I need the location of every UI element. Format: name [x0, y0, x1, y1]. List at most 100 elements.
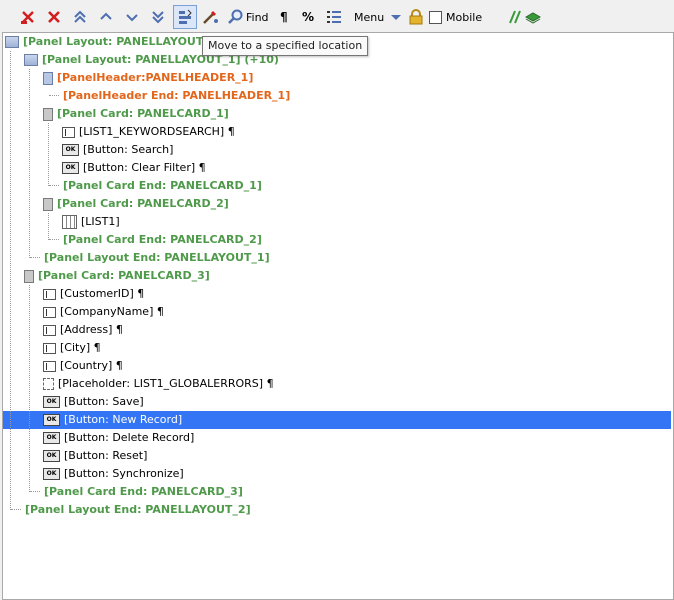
find-button[interactable]: Find — [228, 7, 269, 27]
delete-all-button[interactable] — [20, 7, 36, 27]
tree-node[interactable]: OK [Button: Synchronize] — [43, 465, 184, 483]
find-label: Find — [246, 10, 269, 24]
element-tree[interactable]: [Panel Layout: PANELLAYOUT_2] [Panel Layo… — [2, 32, 674, 600]
delete-all-icon — [20, 9, 36, 25]
delete-button[interactable] — [46, 7, 62, 27]
double-chevron-down-icon — [150, 9, 166, 25]
tree-connector — [49, 239, 59, 241]
move-down-button[interactable] — [124, 7, 140, 27]
tree-node-label: [Panel Card End: PANELCARD_3] — [44, 485, 243, 498]
code-block-button[interactable] — [524, 7, 542, 27]
panel-card-icon — [24, 269, 34, 283]
show-paragraph-marks-button[interactable]: ¶ — [280, 7, 288, 27]
mobile-checkbox-box[interactable] — [429, 10, 442, 24]
ok-button-icon: OK — [62, 144, 79, 156]
tree-node[interactable]: [Panel Card: PANELCARD_1] — [43, 105, 229, 123]
toolbar: Find ¶ % Menu Mobile — [0, 0, 674, 33]
menu-dropdown[interactable]: Menu — [352, 7, 404, 27]
tree-node[interactable]: [Address] ¶ — [43, 321, 123, 339]
tree-guide-line — [10, 51, 11, 510]
tree-node-label: [Address] ¶ — [60, 323, 123, 336]
percent-icon: % — [302, 10, 315, 24]
tooltip: Move to a specified location — [202, 36, 369, 56]
field-icon — [43, 360, 56, 372]
tree-guide-line — [48, 213, 49, 240]
close-icon — [46, 9, 62, 25]
comment-button[interactable] — [506, 7, 522, 27]
tree-node-label: [Panel Layout: PANELLAYOUT_2] — [23, 35, 222, 48]
tree-connector — [11, 509, 21, 511]
tree-node-label: [Panel Layout End: PANELLAYOUT_2] — [25, 503, 251, 516]
tree-node-label: [CustomerID] ¶ — [60, 287, 145, 300]
tree-node[interactable]: [Panel Layout End: PANELLAYOUT_2] — [5, 501, 251, 519]
tree-node[interactable]: [Panel Card End: PANELCARD_2] — [43, 231, 262, 249]
tree-node-label: [Country] ¶ — [60, 359, 123, 372]
chevron-up-icon — [98, 9, 114, 25]
tree-node[interactable]: [Panel Card End: PANELCARD_3] — [24, 483, 243, 501]
tree-node[interactable]: OK [Button: Delete Record] — [43, 429, 194, 447]
menu-label: Menu — [354, 10, 385, 24]
tree-node[interactable]: OK [Button: Search] — [62, 141, 173, 159]
tree-node[interactable]: [LIST1_KEYWORDSEARCH] ¶ — [62, 123, 235, 141]
tree-node[interactable]: [PanelHeader End: PANELHEADER_1] — [43, 87, 290, 105]
tree-node[interactable]: [LIST1] — [62, 213, 120, 231]
pilcrow-icon: ¶ — [280, 10, 288, 24]
tree-node[interactable]: [Panel Layout End: PANELLAYOUT_1] — [24, 249, 270, 267]
ok-button-icon: OK — [43, 396, 60, 408]
field-icon — [43, 324, 56, 336]
edit-properties-button[interactable] — [202, 7, 218, 27]
tree-node[interactable]: [Country] ¶ — [43, 357, 123, 375]
field-icon — [43, 306, 56, 318]
tree-connector — [49, 185, 59, 187]
tree-node[interactable]: [Panel Card: PANELCARD_3] — [24, 267, 210, 285]
tree-node[interactable]: OK [Button: Save] — [43, 393, 144, 411]
tree-node[interactable]: [Panel Card: PANELCARD_2] — [43, 195, 229, 213]
ok-button-icon: OK — [43, 432, 60, 444]
tree-connector — [30, 491, 40, 493]
tree-node-label: [Panel Card End: PANELCARD_1] — [63, 179, 262, 192]
tree-node-label: [CompanyName] ¶ — [60, 305, 164, 318]
tree-node[interactable]: [Panel Layout: PANELLAYOUT_2] — [5, 33, 222, 51]
double-chevron-up-icon — [72, 9, 88, 25]
tree-node-label: [Panel Card: PANELCARD_3] — [38, 269, 210, 282]
triangle-down-icon — [388, 9, 404, 25]
tree-guide-line — [29, 285, 30, 492]
numbered-list-icon — [326, 9, 342, 25]
move-to-bottom-button[interactable] — [150, 7, 166, 27]
move-up-button[interactable] — [98, 7, 114, 27]
panel-card-icon — [43, 107, 53, 121]
move-to-top-button[interactable] — [72, 7, 88, 27]
search-icon — [228, 9, 244, 25]
tree-node-label: [Button: Delete Record] — [64, 431, 195, 444]
tree-node-label: [Placeholder: LIST1_GLOBALERRORS] ¶ — [58, 377, 274, 390]
tree-node[interactable]: [CompanyName] ¶ — [43, 303, 164, 321]
tree-node[interactable]: [Panel Card End: PANELCARD_1] — [43, 177, 262, 195]
tree-node-label: [PanelHeader:PANELHEADER_1] — [57, 71, 254, 84]
tree-node-label: [City] ¶ — [60, 341, 101, 354]
tree-node[interactable]: [City] ¶ — [43, 339, 101, 357]
tree-node-label: [Button: Save] — [64, 395, 144, 408]
tree-node-label: [Panel Card: PANELCARD_1] — [57, 107, 229, 120]
mobile-label: Mobile — [446, 10, 483, 24]
double-slash-icon — [506, 9, 522, 25]
tree-node[interactable]: [PanelHeader:PANELHEADER_1] — [43, 69, 253, 87]
tree-node-label: [LIST1] — [81, 215, 120, 228]
tree-node[interactable]: [Placeholder: LIST1_GLOBALERRORS] ¶ — [43, 375, 274, 393]
tree-guide-line — [29, 69, 30, 258]
tree-node[interactable]: [CustomerID] ¶ — [43, 285, 144, 303]
chevron-down-icon — [124, 9, 140, 25]
tree-node[interactable]: OK [Button: Clear Filter] ¶ — [62, 159, 206, 177]
move-to-location-button[interactable] — [173, 5, 197, 29]
numbered-list-button[interactable] — [326, 7, 342, 27]
tree-node[interactable]: OK [Button: Reset] — [43, 447, 147, 465]
placeholder-icon — [43, 378, 54, 390]
tree-node[interactable]: OK [Button: New Record] — [3, 411, 671, 429]
mobile-checkbox[interactable]: Mobile — [429, 7, 482, 27]
tree-node-label: [PanelHeader End: PANELHEADER_1] — [63, 89, 291, 102]
lock-button[interactable] — [408, 7, 424, 27]
tree-node-label: [Button: Clear Filter] ¶ — [83, 161, 206, 174]
panel-card-icon — [43, 197, 53, 211]
tree-node-label: [Button: Search] — [83, 143, 174, 156]
percent-button[interactable]: % — [302, 7, 314, 27]
tree-node-label: [LIST1_KEYWORDSEARCH] ¶ — [79, 125, 235, 138]
